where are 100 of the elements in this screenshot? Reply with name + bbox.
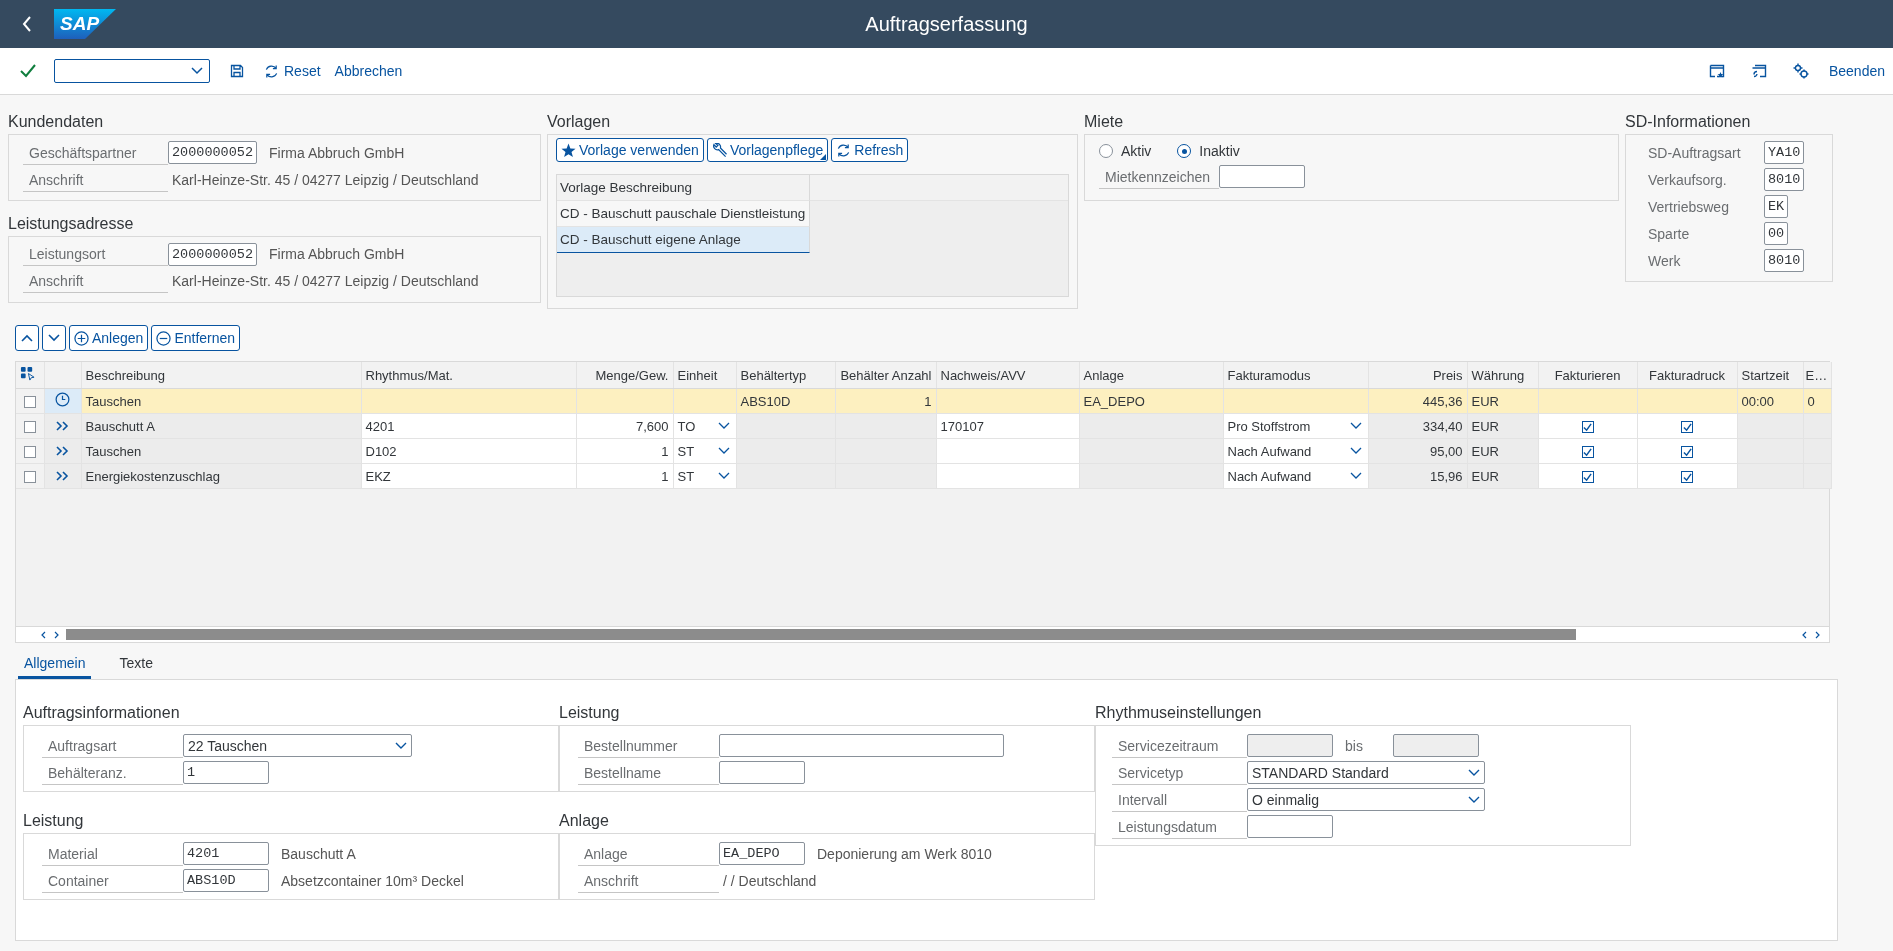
refresh-icon	[836, 142, 852, 158]
toolbar-button[interactable]: Refresh	[831, 138, 909, 162]
scroll-arrows-icon[interactable]	[1801, 630, 1821, 639]
chevron-down-icon[interactable]	[717, 472, 730, 480]
input-field[interactable]	[719, 761, 805, 784]
table-cell[interactable]: EKZ	[361, 463, 576, 489]
input-field[interactable]: 8010	[1764, 249, 1805, 272]
column-header[interactable]: Nachweis/AVV	[936, 362, 1079, 389]
move-up-button[interactable]	[15, 325, 39, 351]
checkbox[interactable]	[1681, 446, 1693, 459]
table-cell[interactable]	[936, 438, 1079, 464]
save-icon[interactable]	[230, 64, 244, 78]
table-cell[interactable]	[1637, 438, 1737, 464]
table-cell[interactable]: Nach Aufwand	[1223, 463, 1368, 489]
move-down-button[interactable]	[42, 325, 66, 351]
chevron-down-icon[interactable]	[1349, 447, 1362, 455]
checkmark-icon[interactable]	[20, 64, 36, 78]
checkbox[interactable]	[1581, 446, 1594, 459]
input-field[interactable]: 1	[183, 761, 269, 784]
exit-button[interactable]: Beenden	[1828, 63, 1885, 79]
scrollbar-thumb[interactable]	[66, 629, 1576, 640]
input-field[interactable]	[1393, 734, 1479, 757]
column-header[interactable]: Behältertyp	[736, 362, 835, 389]
radio-option[interactable]: Inaktiv	[1177, 143, 1240, 159]
clock-icon[interactable]	[55, 392, 70, 407]
add-button[interactable]: Anlegen	[69, 325, 149, 351]
table-cell[interactable]	[1637, 463, 1737, 489]
horizontal-scrollbar[interactable]	[16, 626, 1829, 642]
remove-button[interactable]: Entfernen	[151, 325, 241, 351]
table-row[interactable]: CD - Bauschutt pauschale Dienstleistung	[557, 201, 810, 227]
input-field[interactable]: 00	[1764, 222, 1789, 245]
table-cell[interactable]: D102	[361, 438, 576, 464]
input-field[interactable]: 4201	[183, 842, 269, 865]
input-field[interactable]: EK	[1764, 195, 1789, 218]
layout-settings-icon[interactable]	[20, 366, 35, 381]
input-field[interactable]: YA10	[1764, 141, 1805, 164]
cancel-button[interactable]: Abbrechen	[334, 63, 403, 79]
reset-button[interactable]: Reset	[264, 63, 321, 79]
dropdown-field[interactable]: STANDARD Standard	[1247, 761, 1485, 784]
table-cell[interactable]	[1538, 463, 1637, 489]
table-cell[interactable]: 1	[576, 463, 673, 489]
window-refresh-icon[interactable]	[1750, 63, 1767, 79]
chevron-down-icon[interactable]	[1349, 472, 1362, 480]
double-chevron-icon[interactable]	[55, 470, 70, 481]
input-field[interactable]	[719, 734, 1004, 757]
column-header[interactable]: Startzeit	[1737, 362, 1803, 389]
checkbox[interactable]	[1581, 471, 1594, 484]
double-chevron-icon[interactable]	[55, 420, 70, 431]
command-field[interactable]	[54, 59, 210, 83]
tab[interactable]: Texte	[113, 649, 159, 679]
column-header[interactable]: Einheit	[673, 362, 736, 389]
settings-icon[interactable]	[1792, 63, 1809, 79]
table-cell[interactable]: 4201	[361, 413, 576, 439]
row-checkbox[interactable]	[23, 471, 36, 484]
input-field[interactable]: 2000000052	[168, 141, 257, 164]
dropdown-field[interactable]: O einmalig	[1247, 788, 1485, 811]
column-header[interactable]: Rhythmus/Mat.	[361, 362, 576, 389]
input-field[interactable]	[1247, 815, 1333, 838]
column-header[interactable]: Fakturamodus	[1223, 362, 1368, 389]
checkbox[interactable]	[1681, 471, 1693, 484]
checkbox[interactable]	[1581, 421, 1594, 434]
radio-option[interactable]: Aktiv	[1099, 143, 1152, 159]
chevron-down-icon[interactable]	[717, 422, 730, 430]
column-header[interactable]: Anlage	[1079, 362, 1223, 389]
input-field[interactable]	[1219, 165, 1305, 188]
column-header[interactable]: Beschreibung	[81, 362, 361, 389]
input-field[interactable]: EA_DEPO	[719, 842, 805, 865]
column-header[interactable]: Währung	[1467, 362, 1538, 389]
input-field[interactable]: 8010	[1764, 168, 1805, 191]
toolbar-button[interactable]: Vorlage verwenden	[556, 138, 704, 162]
column-header[interactable]: Preis	[1368, 362, 1467, 389]
window-star-icon[interactable]	[1708, 63, 1725, 79]
table-cell[interactable]	[1637, 413, 1737, 439]
input-field[interactable]: 2000000052	[168, 242, 257, 266]
row-checkbox[interactable]	[23, 396, 36, 409]
column-header[interactable]: Behälter Anzahl	[835, 362, 936, 389]
input-field[interactable]: ABS10D	[183, 869, 269, 892]
table-cell[interactable]	[1538, 438, 1637, 464]
double-chevron-icon[interactable]	[55, 445, 70, 456]
table-cell[interactable]: 170107	[936, 413, 1079, 439]
checkbox[interactable]	[1681, 421, 1693, 434]
dropdown-field[interactable]: 22 Tauschen	[183, 734, 412, 757]
table-cell[interactable]	[936, 463, 1079, 489]
row-checkbox[interactable]	[23, 446, 36, 459]
column-header[interactable]: Fakturadruck	[1637, 362, 1737, 389]
table-cell[interactable]: Pro Stoffstrom	[1223, 413, 1368, 439]
toolbar-button[interactable]: Vorlagenpflege	[706, 138, 829, 162]
table-cell[interactable]: 1	[576, 438, 673, 464]
chevron-down-icon[interactable]	[717, 447, 730, 455]
back-icon[interactable]	[22, 16, 32, 32]
table-cell[interactable]: 7,600	[576, 413, 673, 439]
table-cell[interactable]	[1538, 413, 1637, 439]
column-header[interactable]: Fakturieren	[1538, 362, 1637, 389]
row-checkbox[interactable]	[23, 421, 36, 434]
table-row[interactable]: CD - Bauschutt eigene Anlage	[557, 227, 810, 253]
column-header[interactable]: Menge/Gew.	[576, 362, 673, 389]
column-header[interactable]: E…	[1803, 362, 1831, 389]
scroll-arrows-icon[interactable]	[40, 630, 60, 639]
chevron-down-icon[interactable]	[1349, 422, 1362, 430]
table-cell[interactable]: Nach Aufwand	[1223, 438, 1368, 464]
